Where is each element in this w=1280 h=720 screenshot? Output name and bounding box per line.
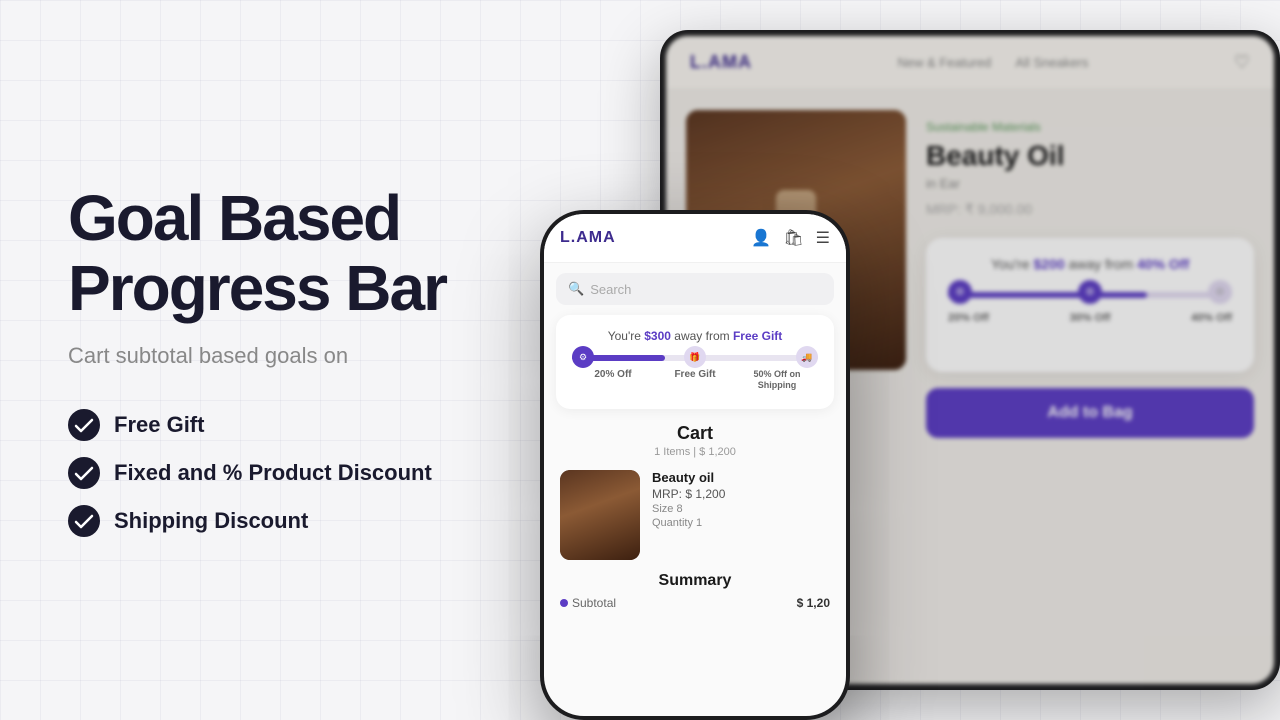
phone-cart-meta: 1 Items | $ 1,200 — [560, 446, 830, 458]
phone-marker-icon-2: 🎁 — [684, 346, 706, 368]
tablet-product-name: Beauty Oil — [926, 140, 1254, 172]
tablet-marker-2: ⚙ — [1078, 280, 1102, 304]
tablet-nav: L.AMA New & Featured All Sneakers ♡ — [666, 36, 1274, 90]
tablet-add-to-bag-button[interactable]: Add to Bag — [926, 388, 1254, 438]
headline: Goal Based Progress Bar — [68, 183, 568, 324]
tablet-progress-card: You're $200 away from 40% Off ⚙ ⚙ — [926, 238, 1254, 372]
phone-device: L.AMA 👤 🛍 ☰ 🔍 Search You're $300 away fr… — [540, 210, 850, 720]
tablet-marker-1: ⚙ — [948, 280, 972, 304]
tablet-nav-item2: All Sneakers — [1015, 55, 1088, 70]
check-icon-free-gift — [68, 409, 100, 441]
phone-user-icon: 👤 — [751, 228, 771, 248]
tablet-logo: L.AMA — [690, 52, 752, 73]
subtitle: Cart subtotal based goals on — [68, 343, 568, 369]
phone-subtotal-value: $ 1,20 — [797, 596, 830, 610]
phone-label-3: 50% Off on Shipping — [736, 369, 818, 391]
tablet-progress-bar-area: ⚙ ⚙ ⚙ 20% Off 30% Off 40% Off — [948, 292, 1232, 324]
phone-item-name: Beauty oil — [652, 470, 830, 485]
phone-summary-section: Summary Subtotal $ 1,20 — [544, 560, 846, 610]
phone-label-2: Free Gift — [654, 369, 736, 391]
tablet-label-1: 20% Off — [948, 312, 989, 324]
tablet-product-sub: in Ear — [926, 176, 1254, 191]
tablet-label-3: 40% Off — [1191, 312, 1232, 324]
phone-logo: L.AMA — [560, 229, 616, 247]
headline-line1: Goal Based — [68, 182, 400, 254]
phone-nav-icons: 👤 🛍 ☰ — [751, 228, 830, 248]
feature-item-free-gift: Free Gift — [68, 409, 568, 441]
tablet-product-tag: Sustainable Materials — [926, 120, 1254, 134]
phone-progress-prefix: You're — [608, 329, 645, 343]
phone-progress-amount: $300 — [644, 329, 671, 343]
phone-search-placeholder: Search — [590, 282, 631, 297]
feature-label-product-discount: Fixed and % Product Discount — [114, 460, 432, 486]
tablet-product-info: Sustainable Materials Beauty Oil in Ear … — [926, 110, 1254, 448]
tablet-nav-links: New & Featured All Sneakers — [897, 55, 1088, 70]
headline-line2: Progress Bar — [68, 252, 446, 324]
feature-item-product-discount: Fixed and % Product Discount — [68, 457, 568, 489]
tablet-bar-labels: 20% Off 30% Off 40% Off — [948, 312, 1232, 324]
tablet-progress-mid: away from — [1065, 256, 1137, 272]
phone-nav: L.AMA 👤 🛍 ☰ — [544, 214, 846, 263]
phone-search-icon: 🔍 — [568, 281, 584, 297]
feature-item-shipping-discount: Shipping Discount — [68, 505, 568, 537]
left-panel: Goal Based Progress Bar Cart subtotal ba… — [68, 0, 568, 720]
tablet-label-2: 30% Off — [1070, 312, 1111, 324]
phone-summary-row: Subtotal $ 1,20 — [560, 596, 830, 610]
phone-cart-section: Cart 1 Items | $ 1,200 Beauty oil MRP: $… — [544, 409, 846, 560]
phone-label-1: 20% Off — [572, 369, 654, 391]
phone-subtotal-text: Subtotal — [572, 596, 616, 610]
phone-item-image — [560, 470, 640, 560]
phone-progress-mid: away from — [671, 329, 733, 343]
feature-label-shipping-discount: Shipping Discount — [114, 508, 308, 534]
phone-item-info: Beauty oil MRP: $ 1,200 Size 8 Quantity … — [652, 470, 830, 529]
tablet-nav-item1: New & Featured — [897, 55, 991, 70]
tablet-heart-icon: ♡ — [1234, 52, 1250, 73]
feature-list: Free Gift Fixed and % Product Discount S… — [68, 409, 568, 537]
tablet-progress-discount: 40% Off — [1137, 256, 1189, 272]
tablet-product-price: MRP: ₹ 9,000.00 — [926, 201, 1254, 218]
phone-subtotal-label: Subtotal — [560, 596, 616, 610]
tablet-progress-amount: $200 — [1034, 256, 1065, 272]
phone-summary-title: Summary — [560, 572, 830, 590]
check-icon-shipping-discount — [68, 505, 100, 537]
phone-progress-card: You're $300 away from Free Gift ⚙ 🎁 � — [556, 315, 834, 409]
tablet-progress-text: You're $200 away from 40% Off — [948, 256, 1232, 272]
check-icon-product-discount — [68, 457, 100, 489]
phone-progress-reward: Free Gift — [733, 329, 782, 343]
phone-menu-icon: ☰ — [816, 228, 830, 248]
phone-cart-title: Cart — [560, 423, 830, 444]
phone-bar-area: ⚙ 🎁 🚚 20% Off Free Gift 50% Off on Shipp… — [572, 355, 818, 391]
phone-item-size: Size 8 — [652, 503, 830, 515]
phone-bag-icon: 🛍 — [783, 228, 803, 248]
tablet-marker-3: ⚙ — [1208, 280, 1232, 304]
devices-area: L.AMA New & Featured All Sneakers ♡ Sust… — [530, 0, 1280, 720]
dot-indicator — [560, 599, 568, 607]
tablet-bar-fill — [948, 292, 1147, 298]
feature-label-free-gift: Free Gift — [114, 412, 204, 438]
phone-bar-bg: ⚙ 🎁 🚚 — [572, 355, 818, 361]
phone-cart-item: Beauty oil MRP: $ 1,200 Size 8 Quantity … — [560, 470, 830, 560]
phone-marker-icon-1: ⚙ — [572, 346, 594, 368]
phone-progress-text: You're $300 away from Free Gift — [572, 329, 818, 343]
phone-screen: L.AMA 👤 🛍 ☰ 🔍 Search You're $300 away fr… — [544, 214, 846, 716]
phone-marker-icon-3: 🚚 — [796, 346, 818, 368]
phone-item-mrp: MRP: $ 1,200 — [652, 487, 830, 501]
phone-search-bar[interactable]: 🔍 Search — [556, 273, 834, 305]
phone-item-qty: Quantity 1 — [652, 517, 830, 529]
tablet-progress-prefix: You're — [991, 256, 1034, 272]
phone-bar-labels: 20% Off Free Gift 50% Off on Shipping — [572, 369, 818, 391]
